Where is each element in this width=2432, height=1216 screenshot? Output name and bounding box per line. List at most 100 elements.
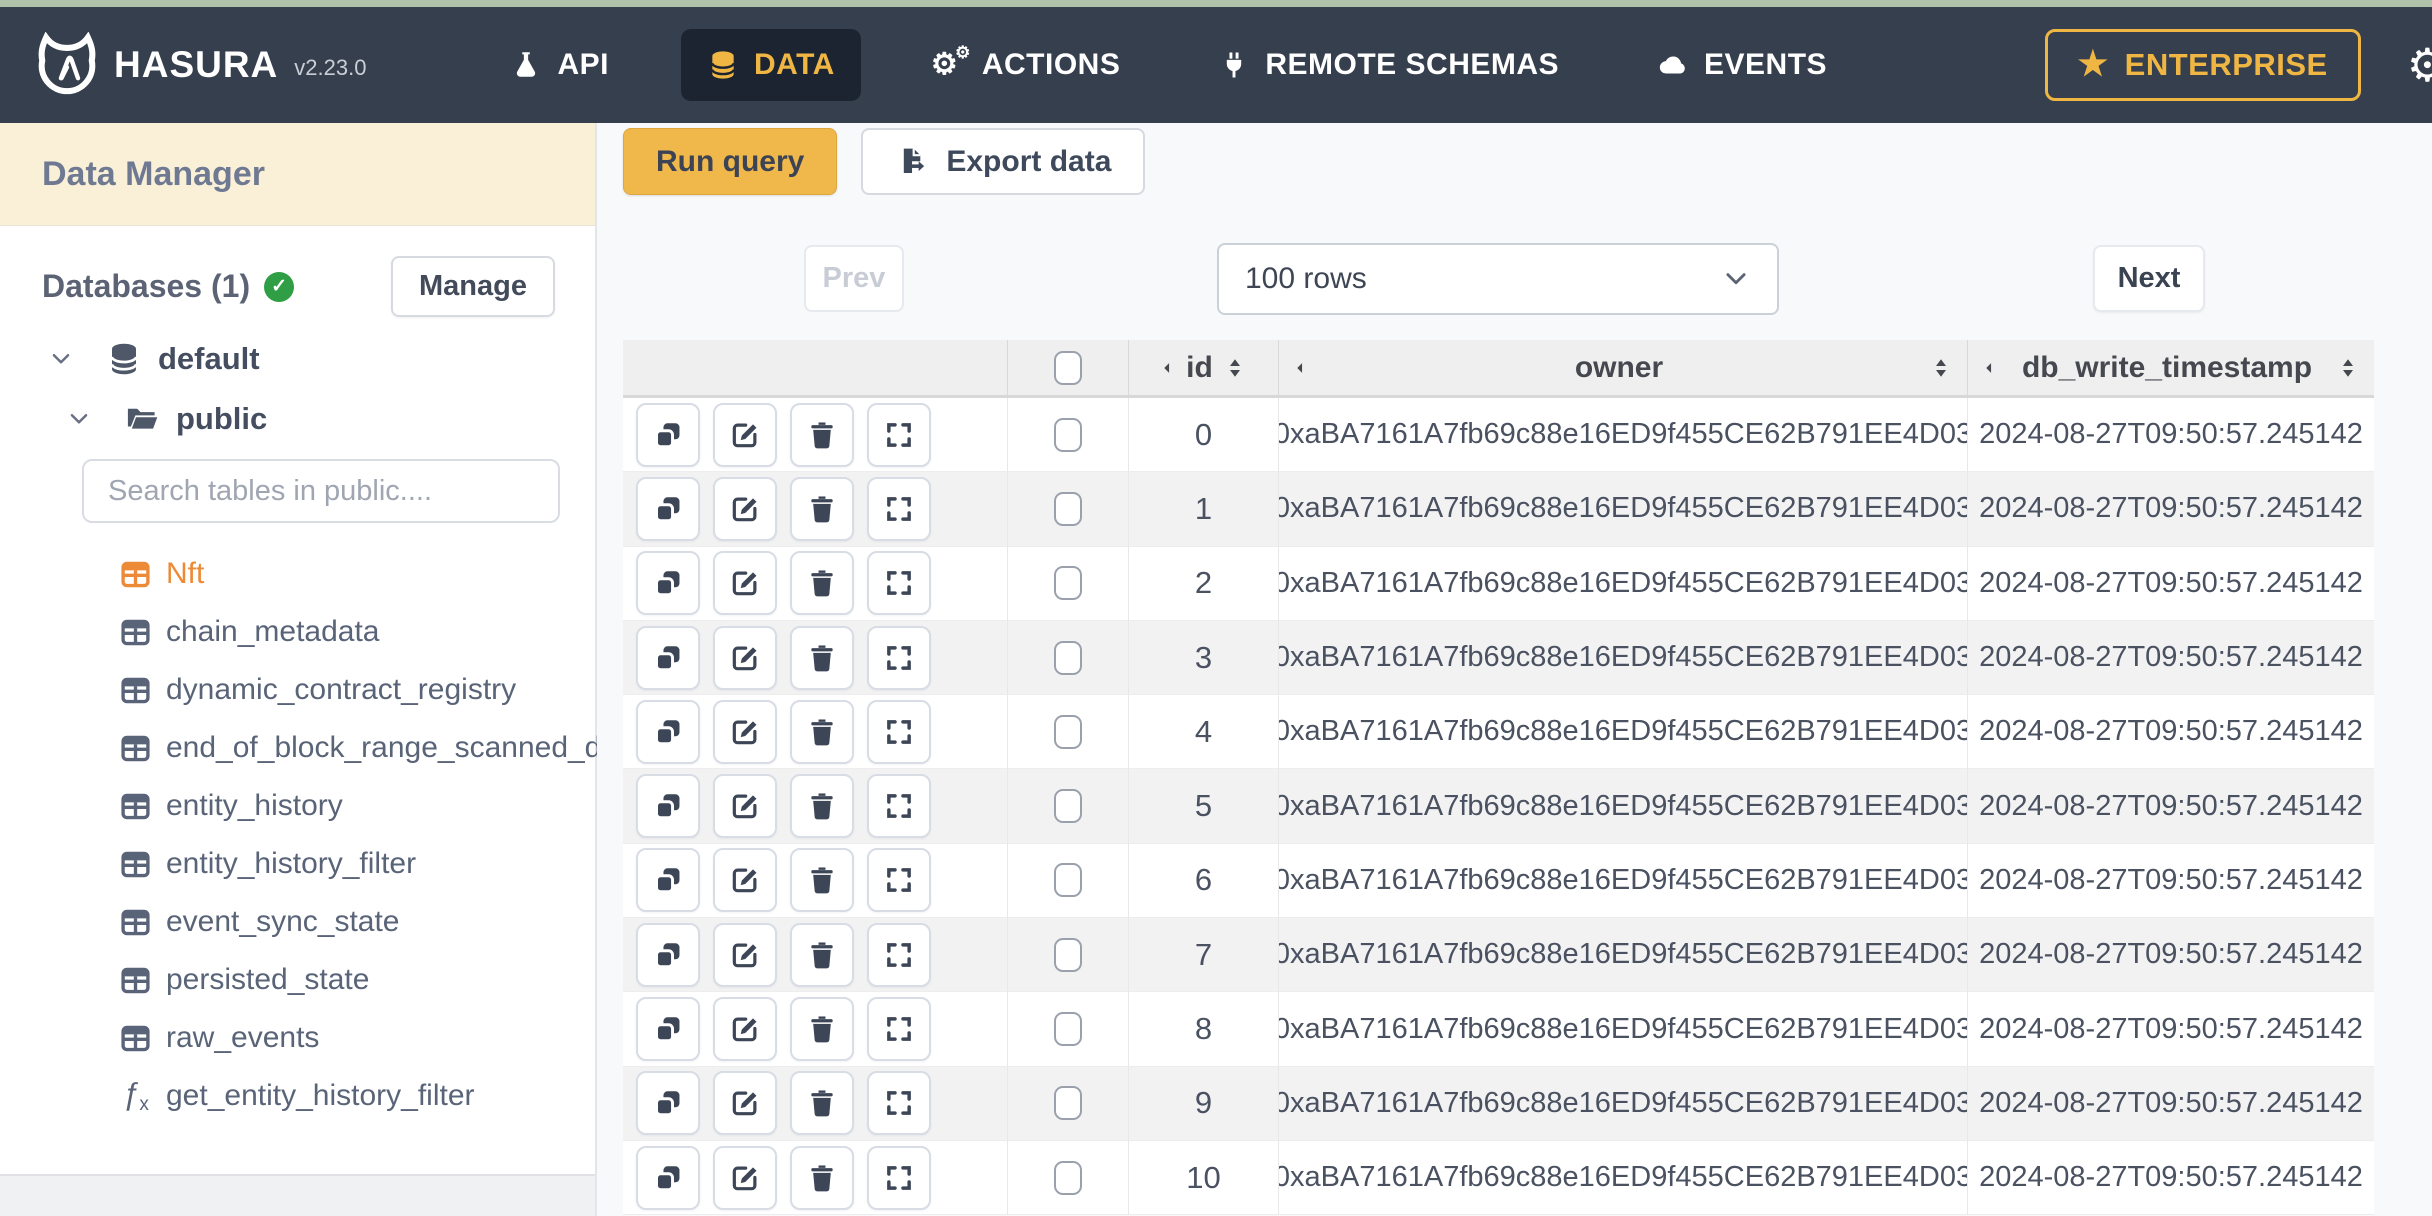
sidebar-table-item[interactable]: event_sync_state [0, 893, 595, 951]
navbar-right: ENTERPRISE [2044, 29, 2432, 101]
edit-row-button[interactable] [713, 774, 777, 839]
delete-row-button[interactable] [790, 922, 854, 987]
rows-per-page-select[interactable]: 100 rows [1217, 243, 1779, 315]
tree-node-database[interactable]: default [0, 325, 595, 393]
row-checkbox[interactable] [1054, 1160, 1082, 1195]
row-checkbox[interactable] [1054, 640, 1082, 675]
edit-row-button[interactable] [713, 848, 777, 913]
row-checkbox[interactable] [1054, 789, 1082, 824]
sidebar-table-item[interactable]: Nft [0, 545, 595, 603]
clone-row-button[interactable] [636, 997, 700, 1062]
sidebar-table-item[interactable]: dynamic_contract_registry [0, 661, 595, 719]
clone-row-button[interactable] [636, 551, 700, 616]
manage-button[interactable]: Manage [391, 256, 555, 317]
row-checkbox[interactable] [1054, 1012, 1082, 1047]
sidebar-table-item[interactable]: entity_history_filter [0, 835, 595, 893]
run-query-button[interactable]: Run query [623, 128, 838, 195]
row-checkbox[interactable] [1054, 566, 1082, 601]
edit-row-button[interactable] [713, 699, 777, 764]
clone-row-button[interactable] [636, 1071, 700, 1136]
search-tables-input[interactable] [82, 459, 560, 523]
edit-row-button[interactable] [713, 476, 777, 541]
edit-row-button[interactable] [713, 922, 777, 987]
delete-row-button[interactable] [790, 1071, 854, 1136]
clone-row-button[interactable] [636, 699, 700, 764]
sidebar-table-item[interactable]: raw_events [0, 1009, 595, 1067]
sidebar-table-item[interactable]: persisted_state [0, 951, 595, 1009]
expand-row-button[interactable] [867, 402, 931, 467]
row-checkbox[interactable] [1054, 714, 1082, 749]
collapse-column-icon[interactable] [1293, 358, 1309, 378]
edit-row-button[interactable] [713, 997, 777, 1062]
delete-row-button[interactable] [790, 625, 854, 690]
collapse-column-icon[interactable] [1160, 358, 1176, 378]
expand-row-button[interactable] [867, 774, 931, 839]
row-actions-cell [623, 918, 1007, 993]
chevron-down-icon[interactable] [66, 406, 92, 432]
clone-row-button[interactable] [636, 625, 700, 690]
nav-item-events[interactable]: EVENTS [1631, 29, 1853, 101]
header-cell-db-write-timestamp[interactable]: db_write_timestamp [1967, 340, 2374, 395]
clone-row-button[interactable] [636, 922, 700, 987]
sidebar-table-item[interactable]: entity_history [0, 777, 595, 835]
delete-row-button[interactable] [790, 1145, 854, 1210]
chevron-down-icon[interactable] [48, 346, 74, 372]
nav-item-api[interactable]: API [484, 29, 635, 101]
expand-row-button[interactable] [867, 997, 931, 1062]
clone-row-button[interactable] [636, 848, 700, 913]
expand-icon [887, 1091, 911, 1116]
sort-icon[interactable] [1223, 356, 1247, 380]
select-all-checkbox[interactable] [1054, 350, 1082, 385]
row-checkbox[interactable] [1054, 417, 1082, 452]
delete-row-button[interactable] [790, 402, 854, 467]
prev-page-button[interactable]: Prev [804, 245, 904, 312]
header-cell-owner[interactable]: owner [1278, 340, 1967, 395]
sidebar-table-item[interactable]: end_of_block_range_scanned_data [0, 719, 643, 777]
edit-row-button[interactable] [713, 1145, 777, 1210]
tree-node-schema[interactable]: public [0, 393, 595, 445]
expand-row-button[interactable] [867, 625, 931, 690]
expand-row-button[interactable] [867, 699, 931, 764]
delete-row-button[interactable] [790, 699, 854, 764]
hasura-logo-icon[interactable] [34, 32, 100, 98]
expand-row-button[interactable] [867, 551, 931, 616]
expand-row-button[interactable] [867, 476, 931, 541]
expand-row-button[interactable] [867, 1145, 931, 1210]
sort-icon[interactable] [2336, 356, 2360, 380]
nav-item-data[interactable]: DATA [680, 29, 861, 101]
expand-row-button[interactable] [867, 848, 931, 913]
header-cell-id[interactable]: id [1128, 340, 1278, 395]
expand-row-button[interactable] [867, 922, 931, 987]
edit-row-button[interactable] [713, 625, 777, 690]
delete-row-button[interactable] [790, 848, 854, 913]
nav-item-actions[interactable]: ACTIONS [907, 29, 1147, 101]
cell-owner: 0xaBA7161A7fb69c88e16ED9f455CE62B791EE4D… [1278, 843, 1967, 919]
next-page-button[interactable]: Next [2093, 245, 2205, 312]
clone-row-button[interactable] [636, 402, 700, 467]
sidebar-table-item[interactable]: chain_metadata [0, 603, 595, 661]
edit-row-button[interactable] [713, 551, 777, 616]
delete-row-button[interactable] [790, 476, 854, 541]
row-checkbox[interactable] [1054, 1086, 1082, 1121]
row-checkbox[interactable] [1054, 937, 1082, 972]
sidebar-function-item[interactable]: get_entity_history_filter [0, 1067, 595, 1125]
delete-row-button[interactable] [790, 551, 854, 616]
export-data-button[interactable]: Export data [861, 128, 1146, 195]
clone-row-button[interactable] [636, 1145, 700, 1210]
row-select-cell [1007, 918, 1128, 993]
expand-row-button[interactable] [867, 1071, 931, 1136]
collapse-column-icon[interactable] [1982, 358, 1998, 378]
row-checkbox[interactable] [1054, 863, 1082, 898]
edit-row-button[interactable] [713, 402, 777, 467]
row-checkbox[interactable] [1054, 491, 1082, 526]
enterprise-button[interactable]: ENTERPRISE [2044, 29, 2361, 101]
delete-row-button[interactable] [790, 997, 854, 1062]
delete-row-button[interactable] [790, 774, 854, 839]
edit-row-button[interactable] [713, 1071, 777, 1136]
clone-row-button[interactable] [636, 476, 700, 541]
clone-row-button[interactable] [636, 774, 700, 839]
nav-item-remote-schemas[interactable]: REMOTE SCHEMAS [1192, 29, 1585, 101]
sort-icon[interactable] [1929, 356, 1953, 380]
settings-gear-icon[interactable] [2407, 38, 2432, 92]
edit-icon [732, 868, 759, 893]
